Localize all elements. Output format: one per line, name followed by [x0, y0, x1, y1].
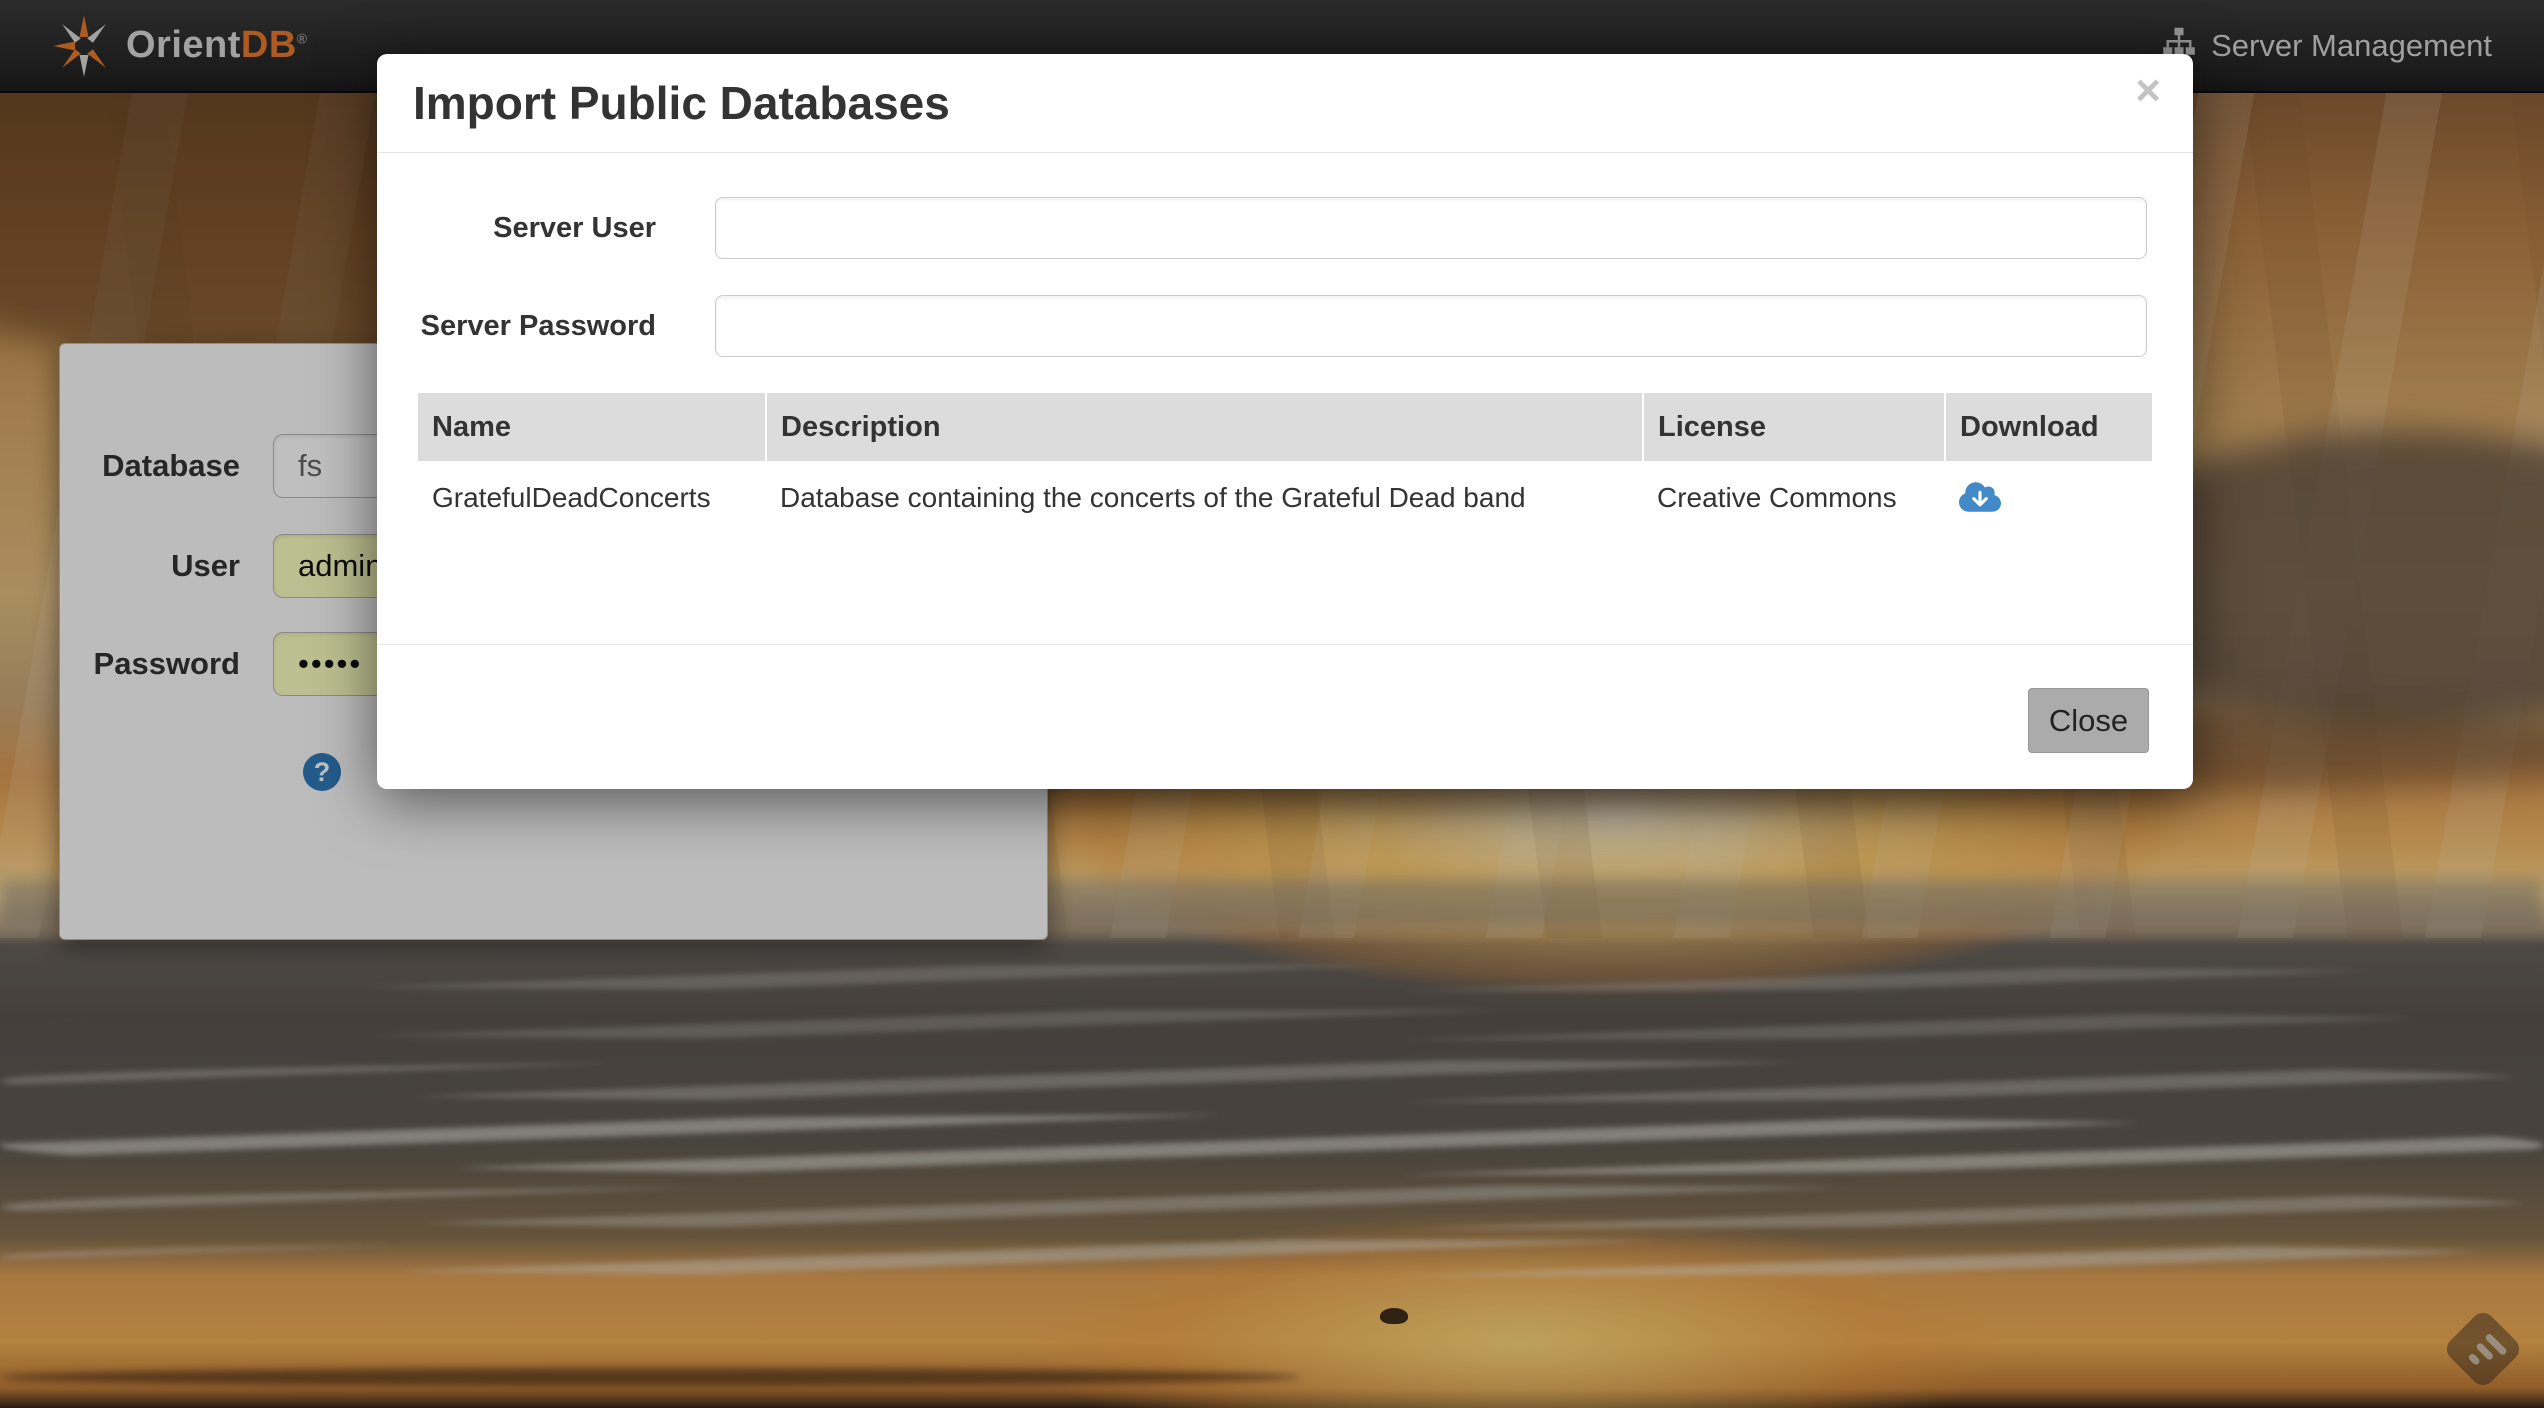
modal-header: Import Public Databases ×	[377, 54, 2193, 153]
close-icon[interactable]: ×	[2129, 68, 2167, 114]
server-password-input[interactable]	[715, 295, 2147, 357]
header-download: Download	[1945, 393, 2152, 462]
close-button[interactable]: Close	[2028, 688, 2149, 753]
cell-database-name: GratefulDeadConcerts	[418, 462, 766, 533]
table-header-row: Name Description License Download	[418, 393, 2152, 462]
cloud-download-icon[interactable]	[1959, 480, 2001, 517]
cell-database-description: Database containing the concerts of the …	[766, 462, 1643, 533]
server-password-label: Server Password	[377, 295, 656, 357]
import-public-databases-modal: Import Public Databases × Server User Se…	[377, 54, 2193, 789]
app-viewport: OrientDB® Server Management Database Use…	[0, 0, 2544, 1408]
cell-database-license: Creative Commons	[1643, 462, 1945, 533]
server-user-label: Server User	[377, 197, 656, 259]
header-license: License	[1643, 393, 1945, 462]
header-description: Description	[766, 393, 1643, 462]
modal-title: Import Public Databases	[413, 76, 950, 130]
cell-download	[1945, 462, 2152, 533]
header-name: Name	[418, 393, 766, 462]
server-user-input[interactable]	[715, 197, 2147, 259]
modal-footer: Close	[377, 644, 2193, 789]
table-row: GratefulDeadConcerts Database containing…	[418, 462, 2152, 533]
public-databases-table: Name Description License Download Gratef…	[418, 393, 2152, 533]
